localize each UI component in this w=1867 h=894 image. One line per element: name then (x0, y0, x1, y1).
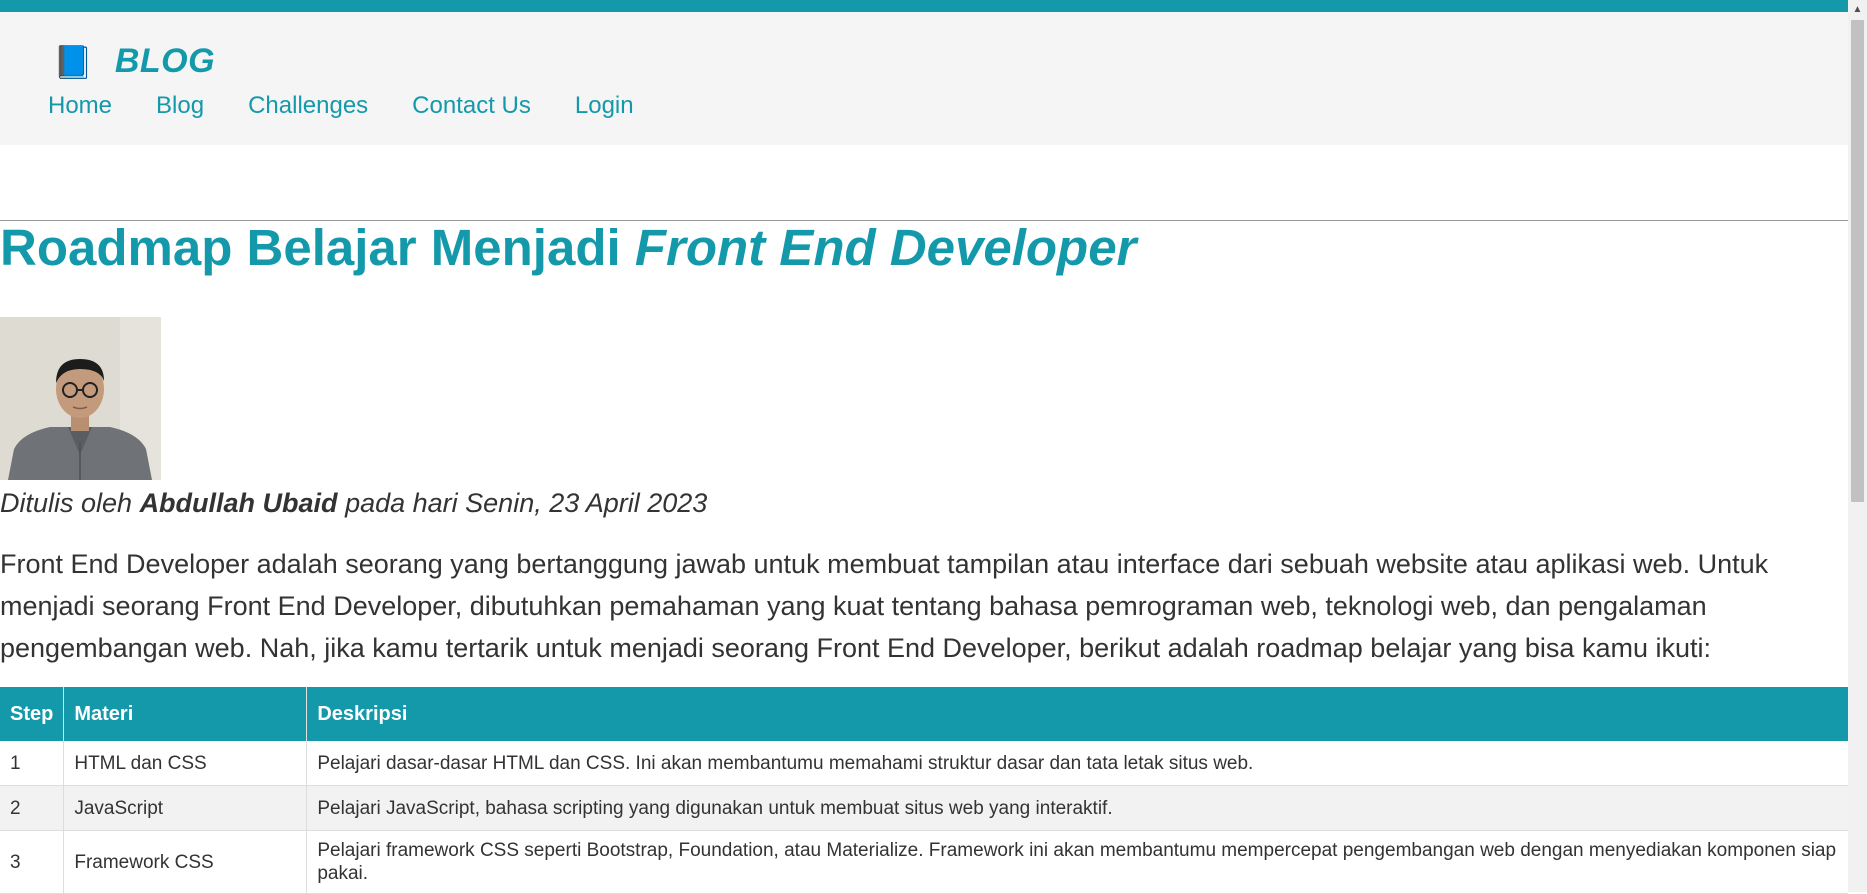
top-accent-stripe (0, 0, 1848, 12)
roadmap-table: Step Materi Deskripsi 1 HTML dan CSS Pel… (0, 687, 1848, 894)
cell-deskripsi: Pelajari framework CSS seperti Bootstrap… (306, 830, 1848, 894)
chevron-up-icon[interactable]: ▲ (1848, 0, 1867, 18)
byline-prefix: Ditulis oleh (0, 488, 140, 518)
title-emphasis: Front End Developer (634, 219, 1137, 276)
byline-suffix: pada hari Senin, 23 April 2023 (337, 488, 708, 518)
author-portrait-image (0, 317, 161, 480)
site-header: 📘 BLOG Home Blog Challenges Contact Us L… (0, 12, 1848, 145)
cell-deskripsi: Pelajari JavaScript, bahasa scripting ya… (306, 785, 1848, 831)
nav-home-link[interactable]: Home (48, 92, 112, 120)
nav-login-link[interactable]: Login (575, 92, 634, 120)
cell-materi: Framework CSS (63, 830, 308, 894)
table-row: 3 Framework CSS Pelajari framework CSS s… (0, 830, 1848, 894)
nav-blog-link[interactable]: Blog (156, 92, 204, 120)
cell-deskripsi: Pelajari dasar-dasar HTML dan CSS. Ini a… (306, 741, 1848, 786)
article-byline: Ditulis oleh Abdullah Ubaid pada hari Se… (0, 488, 707, 519)
article-title: Roadmap Belajar Menjadi Front End Develo… (0, 218, 1136, 277)
cell-materi: JavaScript (63, 785, 308, 831)
nav-challenges-link[interactable]: Challenges (248, 92, 368, 120)
column-header-deskripsi: Deskripsi (306, 687, 1848, 741)
title-plain: Roadmap Belajar Menjadi (0, 219, 635, 276)
scrollbar-thumb[interactable] (1851, 20, 1864, 502)
table-row: 2 JavaScript Pelajari JavaScript, bahasa… (0, 785, 1848, 831)
nav-contact-link[interactable]: Contact Us (412, 92, 531, 120)
brand-title: BLOG (114, 42, 216, 80)
table-row: 1 HTML dan CSS Pelajari dasar-dasar HTML… (0, 741, 1848, 786)
cell-step: 2 (0, 785, 65, 831)
cell-materi: HTML dan CSS (63, 741, 308, 786)
book-icon: 📘 (53, 43, 93, 80)
cell-step: 3 (0, 830, 65, 894)
table-header-row: Step Materi Deskripsi (0, 687, 1848, 741)
author-photo (0, 317, 161, 480)
column-header-step: Step (0, 687, 65, 741)
cell-step: 1 (0, 741, 65, 786)
vertical-scrollbar[interactable]: ▲ (1848, 0, 1867, 892)
column-header-materi: Materi (63, 687, 308, 741)
main-nav: Home Blog Challenges Contact Us Login (48, 92, 678, 120)
author-name: Abdullah Ubaid (139, 488, 338, 518)
brand[interactable]: 📘 BLOG (53, 42, 215, 81)
article-intro: Front End Developer adalah seorang yang … (0, 549, 1769, 663)
